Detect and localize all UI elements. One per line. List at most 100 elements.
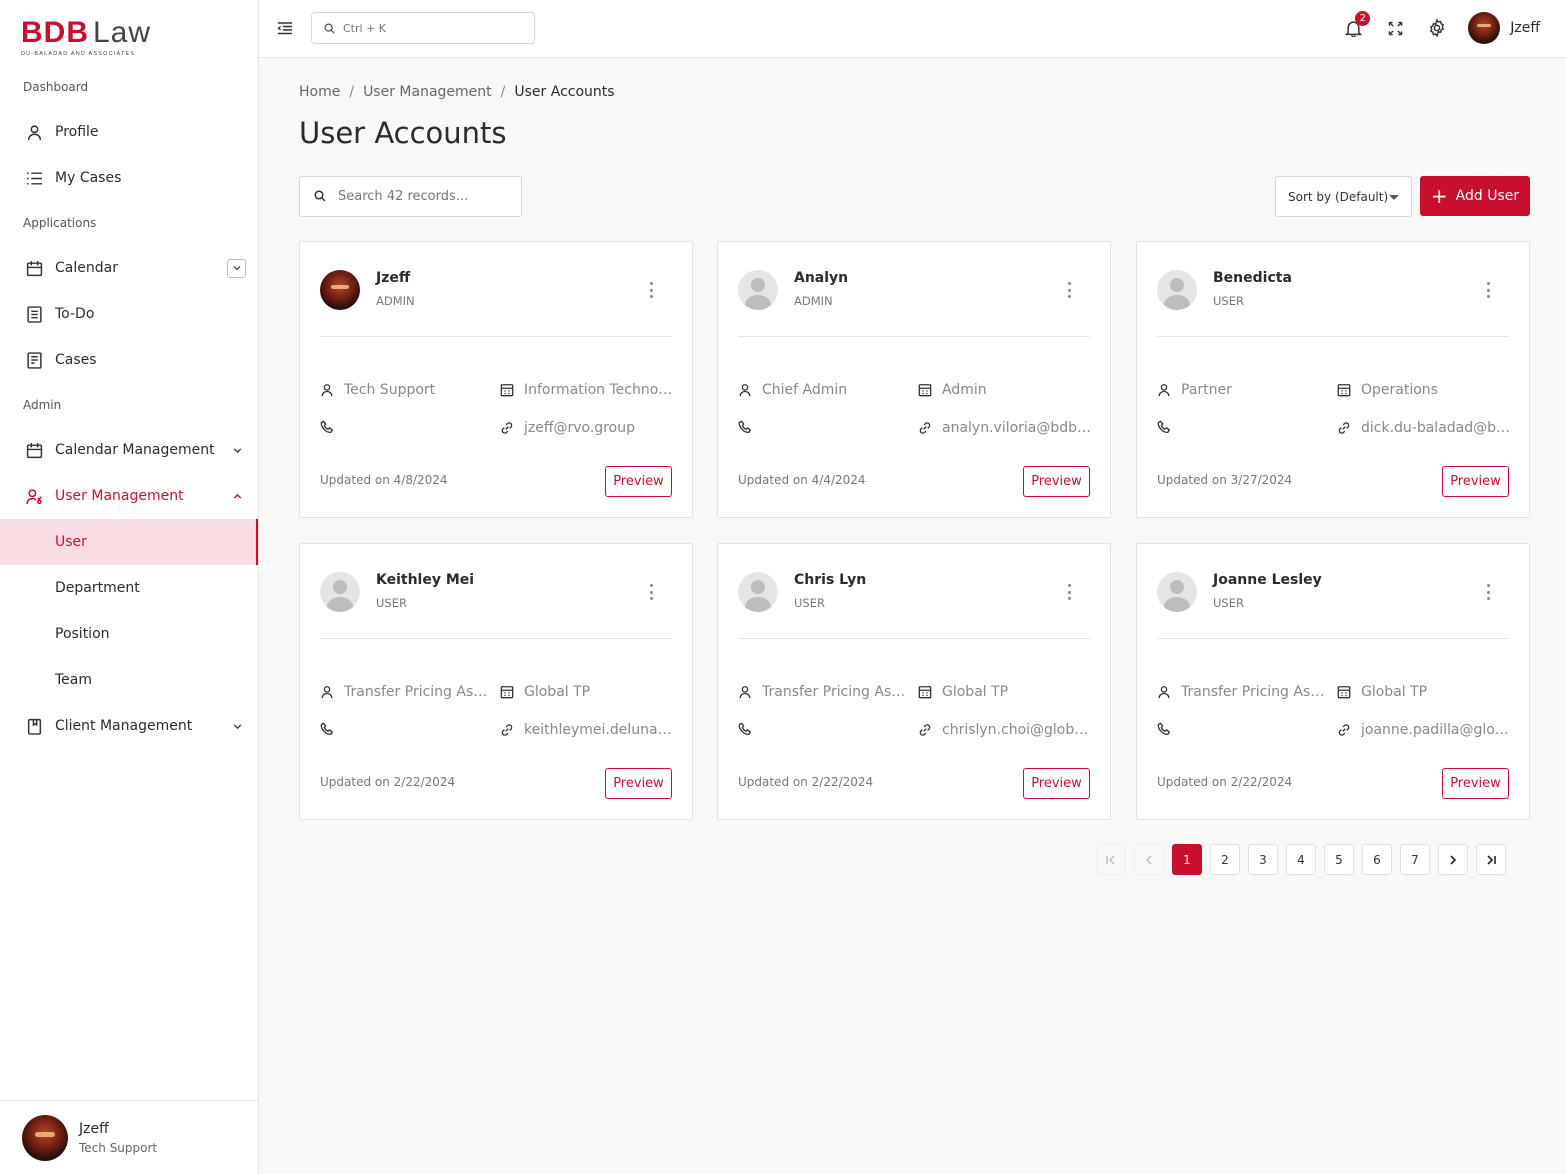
global-search[interactable] [311,12,535,44]
building-icon [500,685,514,699]
link-icon [500,421,514,435]
user-role: USER [794,596,825,610]
chevron-down-icon [230,719,244,733]
sidebar-item-todo[interactable]: To-Do [0,291,258,337]
sidebar-item-calendar-management[interactable]: Calendar Management [0,427,258,473]
user-position: Tech Support [320,382,490,398]
user-name: Joanne Lesley [1213,572,1322,588]
brand-logo[interactable]: BDB Law DU-BALADAD AND ASSOCIATES [21,18,151,58]
gear-icon[interactable] [1428,19,1446,37]
sort-select-value: Sort by (Default) [1288,189,1389,204]
card-divider [1157,336,1509,337]
topbar-user-menu[interactable]: Jzeff [1468,12,1540,44]
sidebar-item-label: User Management [55,488,184,504]
records-search[interactable] [299,176,522,217]
user-phone [320,420,344,434]
plus-icon: + [1430,184,1448,208]
first-page-button[interactable] [1096,844,1126,875]
preview-button[interactable]: Preview [1442,768,1509,799]
breadcrumb-separator: / [349,84,355,100]
chevron-down-icon[interactable] [227,258,246,278]
more-vertical-icon[interactable] [1066,282,1072,298]
sidebar-item-label: Cases [55,352,97,368]
avatar [1157,270,1197,310]
user-position: Chief Admin [738,382,908,398]
avatar [1157,572,1197,612]
add-user-button[interactable]: + Add User [1420,176,1530,216]
user-role: USER [376,596,407,610]
page-button-5[interactable]: 5 [1324,844,1354,875]
building-icon [500,383,514,397]
more-vertical-icon[interactable] [1066,584,1072,600]
page-button-1[interactable]: 1 [1172,844,1202,875]
user-phone [738,420,762,434]
sort-select[interactable]: Sort by (Default) [1275,176,1412,217]
sidebar-item-label: To-Do [55,306,95,322]
updated-date: Updated on 4/4/2024 [738,473,866,487]
page-button-2[interactable]: 2 [1210,844,1240,875]
preview-button[interactable]: Preview [1023,466,1090,497]
section-admin: Admin [23,398,62,412]
person-icon [1157,383,1171,397]
user-card: Chris Lyn USER Transfer Pricing Ass... Glob… [717,543,1111,820]
records-search-input[interactable] [338,189,508,204]
updated-date: Updated on 4/8/2024 [320,473,448,487]
sidebar-item-client-management[interactable]: Client Management [0,703,258,749]
card-divider [738,336,1090,337]
breadcrumb-home[interactable]: Home [299,84,340,100]
last-page-button[interactable] [1476,844,1506,875]
sidebar-subitem-position[interactable]: Position [0,611,258,657]
chevron-up-icon [230,489,244,503]
sidebar-subitem-team[interactable]: Team [0,657,258,703]
breadcrumb-user-management[interactable]: User Management [363,84,492,100]
sidebar-subitem-department[interactable]: Department [0,565,258,611]
breadcrumb-current: User Accounts [514,84,615,100]
section-dashboard: Dashboard [23,80,89,94]
global-search-input[interactable] [343,21,513,35]
user-card: Analyn ADMIN Chief Admin Admin analyn.vilori… [717,241,1111,518]
next-page-button[interactable] [1438,844,1468,875]
preview-button[interactable]: Preview [605,768,672,799]
menu-toggle-icon[interactable] [277,20,293,36]
sidebar-item-label: Calendar [55,260,118,276]
card-divider [320,336,672,337]
sidebar-user-card[interactable]: Jzeff Tech Support [0,1100,258,1174]
more-vertical-icon[interactable] [1485,584,1491,600]
avatar [22,1114,68,1161]
sidebar-item-profile[interactable]: Profile [0,109,258,155]
preview-button[interactable]: Preview [1023,768,1090,799]
user-role: ADMIN [376,294,415,308]
user-card: Keithley Mei USER Transfer Pricing Ass... G… [299,543,693,820]
updated-date: Updated on 2/22/2024 [1157,775,1293,789]
sidebar-item-cases[interactable]: Cases [0,337,258,383]
sidebar-item-my-cases[interactable]: My Cases [0,155,258,201]
preview-button[interactable]: Preview [1442,466,1509,497]
sidebar-item-calendar[interactable]: Calendar [0,245,258,291]
sidebar: BDB Law DU-BALADAD AND ASSOCIATES Dashboa… [0,0,259,1174]
page-button-4[interactable]: 4 [1286,844,1316,875]
user-position: Transfer Pricing Ass... [1157,684,1327,700]
user-name: Jzeff [376,270,411,286]
page-button-6[interactable]: 6 [1362,844,1392,875]
user-position: Partner [1157,382,1327,398]
more-vertical-icon[interactable] [1485,282,1491,298]
search-icon [324,19,335,38]
user-email: jzeff@rvo.group [500,420,676,436]
page-button-3[interactable]: 3 [1248,844,1278,875]
more-vertical-icon[interactable] [648,282,654,298]
more-vertical-icon[interactable] [648,584,654,600]
user-department: Admin [918,382,1094,398]
avatar [320,572,360,612]
preview-button[interactable]: Preview [605,466,672,497]
sidebar-subitem-user[interactable]: User [0,519,258,565]
notification-bell-icon[interactable]: 2 [1344,11,1371,37]
sidebar-item-user-management[interactable]: User Management [0,473,258,519]
avatar [738,270,778,310]
user-role: USER [1213,294,1244,308]
user-icon [26,124,43,141]
search-icon [314,187,326,206]
fullscreen-icon[interactable] [1386,19,1404,37]
previous-page-button[interactable] [1134,844,1164,875]
page-button-7[interactable]: 7 [1400,844,1430,875]
user-department: Global TP [500,684,676,700]
